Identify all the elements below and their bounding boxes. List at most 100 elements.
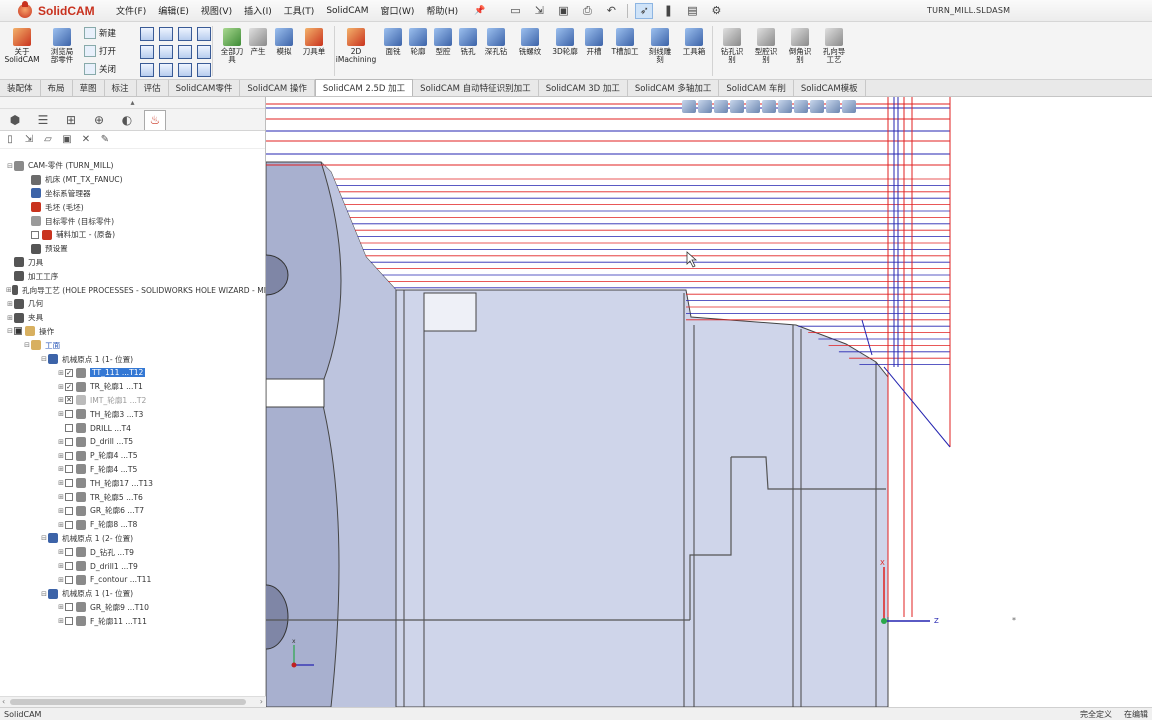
tab-3[interactable]: 标注 <box>105 80 137 96</box>
expand-toggle-icon[interactable]: ⊟ <box>40 590 48 598</box>
tree-node[interactable]: ⊟ 机械原点 1 (2- 位置) <box>0 532 266 546</box>
open-button[interactable]: 打开 <box>84 45 116 57</box>
tab-4[interactable]: 评估 <box>137 80 169 96</box>
expand-toggle-icon[interactable]: ⊞ <box>57 410 65 418</box>
expand-toggle-icon[interactable]: ⊟ <box>40 534 48 542</box>
tree-checkbox[interactable] <box>31 230 39 239</box>
tree-node[interactable]: ⊞ 几何 <box>0 297 266 311</box>
tree-node[interactable]: 机床 (MT_TX_FANUC) <box>0 173 266 187</box>
close-button[interactable]: 关闭 <box>84 63 116 75</box>
zoom-fit-icon[interactable] <box>682 99 696 113</box>
view-settings-icon[interactable] <box>826 99 840 113</box>
menu-window[interactable]: 窗口(W) <box>374 4 420 17</box>
tree-node[interactable]: ⊞ 孔向导工艺 (HOLE PROCESSES - SOLIDWORKS HOLE… <box>0 283 266 297</box>
delete-icon[interactable]: ✕ <box>79 133 93 147</box>
new-icon[interactable]: ▯ <box>3 133 17 147</box>
about-solidcam-button[interactable]: 关于 SolidCAM <box>2 28 42 64</box>
tool-icon[interactable]: ✎ <box>98 133 112 147</box>
tree-node[interactable]: 预设置 <box>0 242 266 256</box>
tree-checkbox[interactable] <box>65 479 73 488</box>
tree-checkbox[interactable]: ✓ <box>65 368 73 377</box>
view-top-icon[interactable] <box>197 27 211 41</box>
apply-scene-icon[interactable] <box>810 99 824 113</box>
tree-node[interactable]: ⊞ GR_轮廓9 ...T10 <box>0 601 266 615</box>
tool-list-button[interactable]: 刀具单 <box>294 28 334 56</box>
tree-node[interactable]: ⊟ 机械原点 1 (1- 位置) <box>0 587 266 601</box>
tree-checkbox[interactable] <box>65 603 73 612</box>
browse-part-button[interactable]: 浏览局 部零件 <box>42 28 82 64</box>
tab-0[interactable]: 装配体 <box>0 80 41 96</box>
hole-wizard-button[interactable]: 孔向导 工艺 <box>814 28 854 64</box>
menu-insert[interactable]: 插入(I) <box>238 4 278 17</box>
expand-toggle-icon[interactable]: ⊞ <box>57 465 65 473</box>
menu-solidcam[interactable]: SolidCAM <box>320 6 374 16</box>
tree-checkbox[interactable]: ✕ <box>65 396 73 405</box>
tree-node[interactable]: ⊞ F_轮廓4 ...T5 <box>0 463 266 477</box>
expand-toggle-icon[interactable]: ⊟ <box>23 341 31 349</box>
expand-toggle-icon[interactable]: ⊞ <box>57 438 65 446</box>
tree-checkbox[interactable] <box>65 424 73 433</box>
expand-toggle-icon[interactable]: ⊞ <box>57 396 65 404</box>
tree-node[interactable]: ⊞ P_轮廓4 ...T5 <box>0 449 266 463</box>
view-nor-icon[interactable] <box>159 63 173 77</box>
tree-node[interactable]: ⊞ TH_轮廓17 ...T13 <box>0 476 266 490</box>
tab-12[interactable]: SolidCAM模板 <box>794 80 866 96</box>
tree-checkbox[interactable]: ✓ <box>65 382 73 391</box>
edit-appearance-icon[interactable] <box>794 99 808 113</box>
monitor-icon[interactable] <box>842 99 856 113</box>
scroll-thumb[interactable] <box>10 699 246 705</box>
tree-checkbox[interactable] <box>65 562 73 570</box>
hide-show-icon[interactable] <box>778 99 792 113</box>
view-front-icon[interactable] <box>140 27 154 41</box>
tree-node[interactable]: ⊞ F_轮廓8 ...T8 <box>0 518 266 532</box>
tree-checkbox[interactable] <box>65 506 73 515</box>
expand-toggle-icon[interactable]: ⊞ <box>57 521 65 529</box>
previous-view-icon[interactable] <box>714 99 728 113</box>
tree-node[interactable]: ⊞ GR_轮廓6 ...T7 <box>0 504 266 518</box>
tab-11[interactable]: SolidCAM 车削 <box>719 80 794 96</box>
view-trim-icon[interactable] <box>140 63 154 77</box>
expand-toggle-icon[interactable]: ⊟ <box>6 327 14 335</box>
tree-checkbox[interactable] <box>65 465 73 474</box>
new-doc-icon[interactable]: ▭ <box>506 3 524 19</box>
tree-node[interactable]: ⊞ D_drill1 ...T9 <box>0 559 266 573</box>
menu-view[interactable]: 视图(V) <box>195 4 238 17</box>
tree-node[interactable]: ⊟ 机械原点 1 (1- 位置) <box>0 352 266 366</box>
tree-node[interactable]: ⊟ CAM-零件 (TURN_MILL) <box>0 159 266 173</box>
tree-node[interactable]: 刀具 <box>0 256 266 270</box>
tab-9[interactable]: SolidCAM 3D 加工 <box>539 80 628 96</box>
display-style-icon[interactable] <box>762 99 776 113</box>
config-icon[interactable]: ⊞ <box>60 110 82 130</box>
cam-manager-icon[interactable]: ⬢ <box>4 110 26 130</box>
pin-icon[interactable]: 📌 <box>468 6 491 16</box>
tree-node[interactable]: 辅料加工 - (原备) <box>0 228 266 242</box>
expand-toggle-icon[interactable]: ⊞ <box>57 617 65 625</box>
graphics-viewport[interactable]: X Z x * <box>266 97 1152 707</box>
view-cube-icon[interactable] <box>178 63 192 77</box>
tree-node[interactable]: 坐标系管理器 <box>0 187 266 201</box>
solidcam-tab-icon[interactable]: ♨ <box>144 109 166 130</box>
view-orientation-icon[interactable] <box>746 99 760 113</box>
tree-checkbox[interactable] <box>65 437 73 446</box>
tree-node[interactable]: 加工工序 <box>0 269 266 283</box>
view-bottom-icon[interactable] <box>178 45 192 59</box>
view-rotate-icon[interactable] <box>197 63 211 77</box>
property-icon[interactable]: ☰ <box>32 110 54 130</box>
tree-node[interactable]: ⊞ TR_轮廓5 ...T6 <box>0 490 266 504</box>
view-dim-icon[interactable] <box>197 45 211 59</box>
expand-toggle-icon[interactable]: ⊞ <box>57 479 65 487</box>
select-arrow-icon[interactable]: ➶ <box>635 2 654 19</box>
tree-node[interactable]: DRILL ...T4 <box>0 421 266 435</box>
view-right-icon[interactable] <box>159 45 173 59</box>
print-icon[interactable]: ⎙ <box>578 3 596 19</box>
tree-checkbox[interactable] <box>65 548 73 557</box>
tree-node[interactable]: ⊟ ■ 操作 <box>0 325 266 339</box>
thread-mill-button[interactable]: 铣螺纹 <box>510 28 550 56</box>
app-logo[interactable]: SolidCAM <box>0 0 110 22</box>
t-slot-button[interactable]: T槽加工 <box>605 28 645 56</box>
expand-toggle-icon[interactable]: ⊟ <box>6 162 14 170</box>
expand-toggle-icon[interactable]: ⊞ <box>57 507 65 515</box>
options-icon[interactable]: ▤ <box>683 3 701 19</box>
save-icon[interactable]: ▣ <box>60 133 74 147</box>
tree-checkbox[interactable] <box>65 575 73 584</box>
